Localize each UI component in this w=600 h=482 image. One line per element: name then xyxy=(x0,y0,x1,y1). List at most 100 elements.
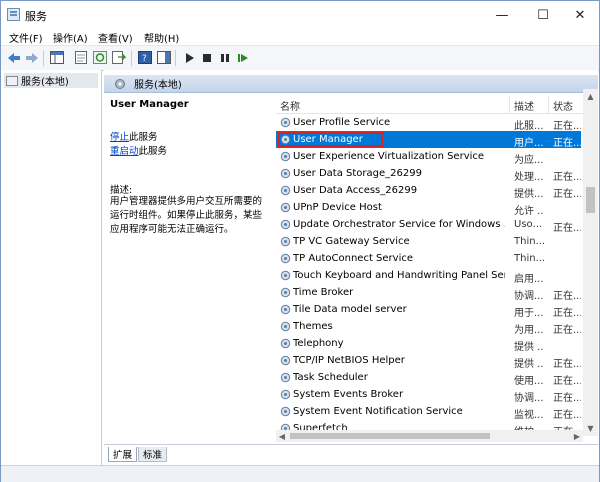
restart-service-link[interactable]: 重启动 xyxy=(110,146,139,157)
restart-service-line: 重启动此服务 xyxy=(110,143,167,157)
back-arrow-icon[interactable] xyxy=(6,50,21,65)
toolbar: ? xyxy=(1,45,599,71)
service-row[interactable]: UPnP Device Host 允许 ... xyxy=(276,199,581,217)
column-header-description[interactable]: 描述 xyxy=(514,98,534,113)
service-gear-icon xyxy=(280,151,291,162)
tab-extended[interactable]: 扩展 xyxy=(108,447,138,462)
service-name-cell: System Events Broker xyxy=(293,389,404,400)
service-name-cell: Telephony xyxy=(293,338,344,349)
service-gear-icon xyxy=(280,219,291,230)
service-name-cell: User Profile Service xyxy=(293,117,391,128)
tree-item-services-local[interactable]: 服务(本地) xyxy=(4,73,98,88)
toolbar-separator xyxy=(43,50,44,66)
service-description-cell: 用户... xyxy=(514,138,544,149)
horizontal-scrollbar[interactable]: ◀ ▶ xyxy=(276,430,583,442)
service-row[interactable]: Touch Keyboard and Handwriting Panel Ser… xyxy=(276,267,581,285)
service-status-cell: 正在... xyxy=(553,308,581,319)
services-list: 名称 描述 状态 User Profile Service 此服... 正在... U… xyxy=(276,96,598,436)
service-description-cell: Thin... xyxy=(514,236,544,247)
scroll-right-arrow-icon[interactable]: ▶ xyxy=(571,430,583,442)
restart-service-icon[interactable] xyxy=(235,50,250,65)
service-gear-icon xyxy=(280,253,291,264)
service-name-cell: System Event Notification Service xyxy=(293,406,463,417)
service-row[interactable]: User Data Storage_26299 处理... 正在... xyxy=(276,165,581,183)
forward-arrow-icon[interactable] xyxy=(24,50,39,65)
service-name-cell: UPnP Device Host xyxy=(293,202,382,213)
service-name-cell: User Data Access_26299 xyxy=(293,185,418,196)
properties-icon[interactable] xyxy=(73,50,88,65)
description-panel: User Manager 停止此服务 重启动此服务 描述: 用户管理器提供多用户… xyxy=(107,96,273,441)
service-row[interactable]: Tile Data model server 用于... 正在... xyxy=(276,301,581,319)
title-bar[interactable]: 服务 — ☐ ✕ xyxy=(1,1,599,29)
console-tree-icon[interactable] xyxy=(49,50,64,65)
service-row[interactable]: System Events Broker 协调... 正在... xyxy=(276,386,581,404)
maximize-button[interactable]: ☐ xyxy=(526,1,560,29)
service-description-cell: 提供 ... xyxy=(514,342,544,353)
help-icon[interactable]: ? xyxy=(137,50,152,65)
service-row[interactable]: Update Orchestrator Service for Windows … xyxy=(276,216,581,234)
console-tree-pane: 服务(本地) xyxy=(1,70,102,465)
service-gear-icon xyxy=(280,270,291,281)
service-row[interactable]: User Experience Virtualization Service 为应… xyxy=(276,148,581,166)
service-status-cell: 正在... xyxy=(553,189,581,200)
vertical-scroll-thumb[interactable] xyxy=(586,187,595,213)
highlight-annotation-box xyxy=(278,132,383,147)
stop-service-icon[interactable] xyxy=(199,50,214,65)
column-divider[interactable] xyxy=(509,96,510,113)
service-row[interactable]: TP AutoConnect Service Thin... xyxy=(276,250,581,267)
tab-standard[interactable]: 标准 xyxy=(138,447,168,462)
column-divider[interactable] xyxy=(548,96,549,113)
export-list-icon[interactable] xyxy=(111,50,126,65)
stop-service-link[interactable]: 停止 xyxy=(110,132,129,143)
scroll-up-arrow-icon[interactable]: ▲ xyxy=(583,89,598,104)
service-row[interactable]: Time Broker 协调... 正在... xyxy=(276,284,581,302)
service-description-cell: 为应... xyxy=(514,155,544,166)
toolbar-separator xyxy=(131,50,132,66)
scroll-down-arrow-icon[interactable]: ▼ xyxy=(583,421,598,436)
service-status-cell: 正在... xyxy=(553,172,581,183)
service-row[interactable]: Telephony 提供 ... xyxy=(276,335,581,353)
close-button[interactable]: ✕ xyxy=(563,1,597,29)
toolbar-separator xyxy=(175,50,176,66)
menu-view[interactable]: 查看(V) xyxy=(98,30,133,45)
service-row[interactable]: Task Scheduler 使用... 正在... xyxy=(276,369,581,387)
menu-action[interactable]: 操作(A) xyxy=(53,30,88,45)
menu-file[interactable]: 文件(F) xyxy=(9,30,43,45)
service-row[interactable]: TP VC Gateway Service Thin... xyxy=(276,233,581,250)
service-row[interactable]: User Profile Service 此服... 正在... xyxy=(276,114,581,132)
horizontal-scroll-thumb[interactable] xyxy=(290,433,490,439)
service-description-cell: 监视... xyxy=(514,410,544,421)
service-row[interactable]: System Event Notification Service 监视... 正在… xyxy=(276,403,581,421)
svg-text:?: ? xyxy=(142,54,147,64)
service-name-cell: Time Broker xyxy=(293,287,354,298)
service-gear-icon xyxy=(280,338,291,349)
service-row[interactable]: TCP/IP NetBIOS Helper 提供 ... 正在... xyxy=(276,352,581,370)
service-row[interactable]: User Data Access_26299 提供... 正在... xyxy=(276,182,581,200)
service-status-cell: 正在... xyxy=(553,291,581,302)
service-description-cell: 协调... xyxy=(514,393,544,404)
service-name-cell: Touch Keyboard and Handwriting Panel Ser… xyxy=(293,270,505,281)
start-service-icon[interactable] xyxy=(181,50,196,65)
service-row[interactable]: User Manager 用户... 正在... xyxy=(276,131,581,149)
service-gear-icon xyxy=(280,304,291,315)
service-description-cell: Thin... xyxy=(514,253,544,264)
minimize-button[interactable]: — xyxy=(485,1,519,29)
column-header-status[interactable]: 状态 xyxy=(553,98,573,113)
pause-service-icon[interactable] xyxy=(217,50,232,65)
description-label: 描述: xyxy=(110,185,133,196)
service-gear-icon xyxy=(280,372,291,383)
menu-help[interactable]: 帮助(H) xyxy=(144,30,179,45)
column-header-name[interactable]: 名称 xyxy=(280,98,300,113)
service-gear-icon xyxy=(280,202,291,213)
scroll-left-arrow-icon[interactable]: ◀ xyxy=(276,430,288,442)
service-gear-icon xyxy=(280,355,291,366)
services-node-icon xyxy=(6,75,18,86)
vertical-scrollbar[interactable]: ▲ ▼ xyxy=(583,89,598,436)
service-status-cell: 正在... xyxy=(553,359,581,370)
stop-service-suffix: 此服务 xyxy=(129,132,158,143)
show-pane-icon[interactable] xyxy=(156,50,171,65)
refresh-icon[interactable] xyxy=(92,50,107,65)
service-name-cell: TP VC Gateway Service xyxy=(293,236,410,247)
service-row[interactable]: Themes 为用... 正在... xyxy=(276,318,581,336)
status-bar xyxy=(1,465,599,482)
